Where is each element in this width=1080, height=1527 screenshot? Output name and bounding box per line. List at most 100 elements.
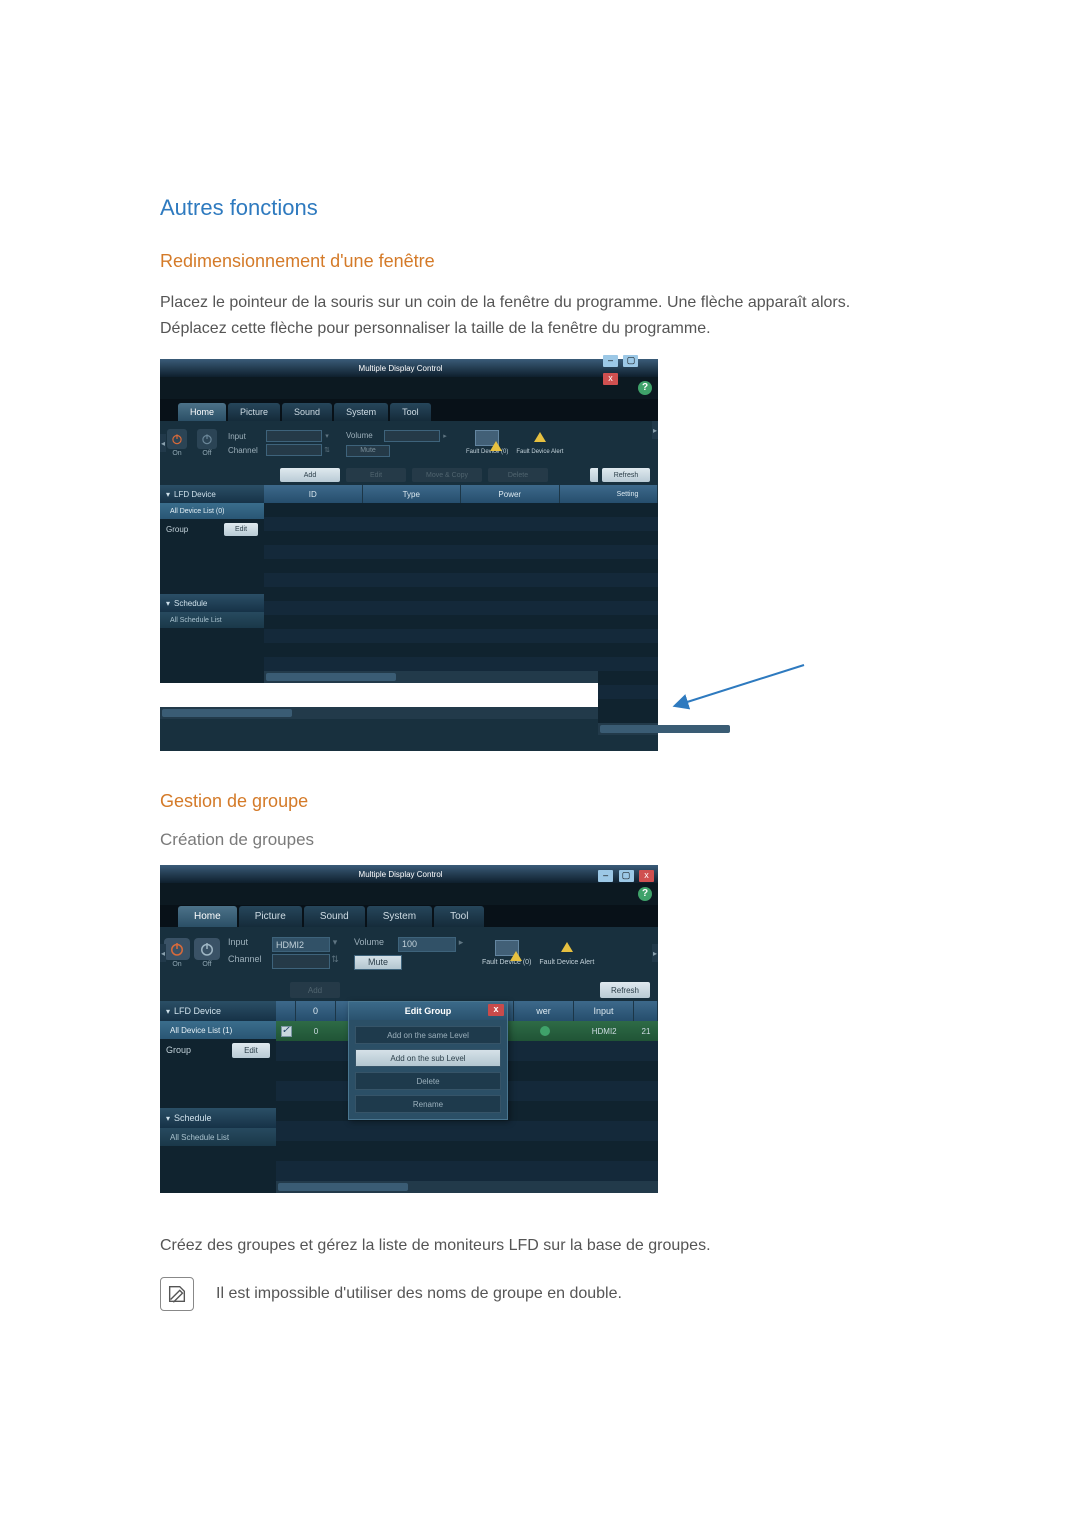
row-checkbox[interactable] — [281, 1026, 292, 1037]
group-label-2: Group — [166, 1045, 226, 1055]
lfd-device-header-2[interactable]: LFD Device — [160, 1001, 276, 1021]
tab-system-2[interactable]: System — [367, 906, 432, 927]
channel-select[interactable] — [266, 444, 322, 456]
tab-home-2[interactable]: Home — [178, 906, 237, 927]
help-icon-2[interactable]: ? — [638, 381, 652, 395]
power-on-button-2[interactable]: On — [164, 938, 190, 968]
tab-picture[interactable]: Picture — [228, 403, 280, 421]
fault-device-button-2[interactable]: Fault Device (0) — [482, 940, 531, 967]
paragraph-create: Créez des groupes et gérez la liste de m… — [160, 1233, 920, 1259]
close-button-2[interactable]: x — [603, 373, 618, 385]
minimize-button-3[interactable]: – — [598, 870, 613, 882]
tab-tool-2[interactable]: Tool — [434, 906, 484, 927]
heading-resize-window: Redimensionnement d'une fenêtre — [160, 251, 920, 272]
h-scrollbar-4[interactable] — [276, 1181, 658, 1193]
mute-button[interactable]: Mute — [346, 445, 390, 457]
h-scrollbar-2[interactable] — [160, 707, 658, 719]
volume-label: Volume — [346, 431, 384, 440]
schedule-header-2[interactable]: Schedule — [160, 1108, 276, 1128]
fault-device-button[interactable]: Fault Device (0) — [466, 430, 508, 456]
channel-label-2: Channel — [228, 954, 272, 969]
cell-power — [515, 1021, 575, 1041]
toolbar-nav-right-2[interactable]: ▸ — [652, 421, 658, 439]
toolbar: ◂ On Off Input ▾ Channel ⇅ — [160, 421, 658, 465]
volume-label-2: Volume — [354, 937, 398, 952]
add-same-level-option: Add on the same Level — [355, 1026, 501, 1044]
power-off-button-2[interactable]: Off — [194, 938, 220, 968]
toolbar-nav-left[interactable]: ◂ — [160, 434, 166, 452]
col-checkbox[interactable] — [276, 1001, 296, 1021]
tab-system[interactable]: System — [334, 403, 388, 421]
tab-home[interactable]: Home — [178, 403, 226, 421]
power-off-button[interactable]: Off — [194, 428, 220, 458]
cell-id: 0 — [296, 1021, 336, 1041]
col-id[interactable]: ID — [264, 485, 363, 503]
fault-alert-label: Fault Device Alert — [516, 449, 563, 456]
all-device-list-2[interactable]: All Device List (1) — [160, 1021, 276, 1039]
mute-button-2[interactable]: Mute — [354, 955, 402, 970]
fault-alert-label-2: Fault Device Alert — [539, 959, 594, 967]
power-off-label-2: Off — [202, 961, 211, 968]
tab-sound-2[interactable]: Sound — [304, 906, 365, 927]
col-power[interactable]: Power — [461, 485, 560, 503]
fault-device-label-2: Fault Device (0) — [482, 959, 531, 967]
channel-select-2[interactable] — [272, 954, 330, 969]
input-label-2: Input — [228, 937, 272, 952]
power-on-label: On — [172, 450, 181, 457]
add-sub-level-option[interactable]: Add on the sub Level — [355, 1049, 501, 1067]
refresh-button-3[interactable]: Refresh — [600, 982, 650, 998]
device-table-body-2 — [598, 503, 658, 723]
maximize-button-2[interactable]: ▢ — [623, 355, 638, 367]
action-bar-2: Add Refresh — [160, 979, 658, 1001]
fault-alert-button-2[interactable]: Fault Device Alert — [539, 940, 594, 967]
heading-create-groups: Création de groupes — [160, 830, 920, 850]
input-select-2[interactable]: HDMI2 — [272, 937, 330, 952]
heading-other-functions: Autres fonctions — [160, 195, 920, 221]
rename-group-option: Rename — [355, 1095, 501, 1113]
add-button[interactable]: Add — [280, 468, 340, 482]
note-text: Il est impossible d'utiliser des noms de… — [216, 1281, 622, 1307]
heading-group-mgmt: Gestion de groupe — [160, 791, 920, 812]
titlebar-2: Multiple Display Control – ▢ x — [160, 865, 658, 883]
toolbar-2: ◂ On Off Input HDMI2▾ Channel ⇅ — [160, 927, 658, 979]
all-schedule-list[interactable]: All Schedule List — [160, 612, 264, 628]
col-input-2[interactable]: Input — [574, 1001, 634, 1021]
h-scrollbar-3[interactable] — [598, 723, 658, 735]
close-button-3[interactable]: x — [639, 870, 654, 882]
channel-label: Channel — [228, 446, 266, 455]
help-icon-3[interactable]: ? — [638, 887, 652, 901]
resize-arrow-annotation — [674, 655, 824, 720]
group-edit-button-2[interactable]: Edit — [232, 1043, 270, 1058]
cell-input: HDMI2 — [574, 1021, 634, 1041]
tab-picture-2[interactable]: Picture — [239, 906, 302, 927]
window-title: Multiple Display Control — [204, 364, 597, 373]
schedule-header[interactable]: Schedule — [160, 594, 264, 612]
col-type[interactable]: Type — [363, 485, 462, 503]
screenshot-resize: Multiple Display Control – ▢ x ? Home Pi… — [160, 359, 920, 751]
add-button-2: Add — [290, 982, 340, 998]
screenshot-groups: Multiple Display Control – ▢ x ? Home Pi… — [160, 865, 920, 1193]
move-copy-button: Move & Copy — [412, 468, 482, 482]
col-id-2[interactable]: 0 — [296, 1001, 336, 1021]
toolbar-nav-right-3[interactable]: ▸ — [652, 944, 658, 962]
tab-tool[interactable]: Tool — [390, 403, 431, 421]
popup-close-button[interactable]: x — [488, 1004, 504, 1016]
group-edit-button[interactable]: Edit — [224, 523, 258, 536]
all-device-list[interactable]: All Device List (0) — [160, 503, 264, 519]
fault-alert-button[interactable]: Fault Device Alert — [516, 430, 563, 456]
all-schedule-list-2[interactable]: All Schedule List — [160, 1128, 276, 1146]
volume-field[interactable] — [384, 430, 440, 442]
refresh-button-2[interactable]: Refresh — [602, 468, 650, 482]
volume-field-2[interactable]: 100 — [398, 937, 456, 952]
maximize-button-3[interactable]: ▢ — [619, 870, 634, 882]
minimize-button-2[interactable]: – — [603, 355, 618, 367]
group-label: Group — [166, 525, 218, 534]
power-off-label: Off — [202, 450, 211, 457]
power-on-button[interactable]: On — [164, 428, 190, 458]
toolbar-nav-left-2[interactable]: ◂ — [160, 944, 166, 962]
lfd-device-header[interactable]: LFD Device — [160, 485, 264, 503]
col-power-2[interactable]: wer — [514, 1001, 574, 1021]
tab-sound[interactable]: Sound — [282, 403, 332, 421]
input-select[interactable] — [266, 430, 322, 442]
delete-button: Delete — [488, 468, 548, 482]
